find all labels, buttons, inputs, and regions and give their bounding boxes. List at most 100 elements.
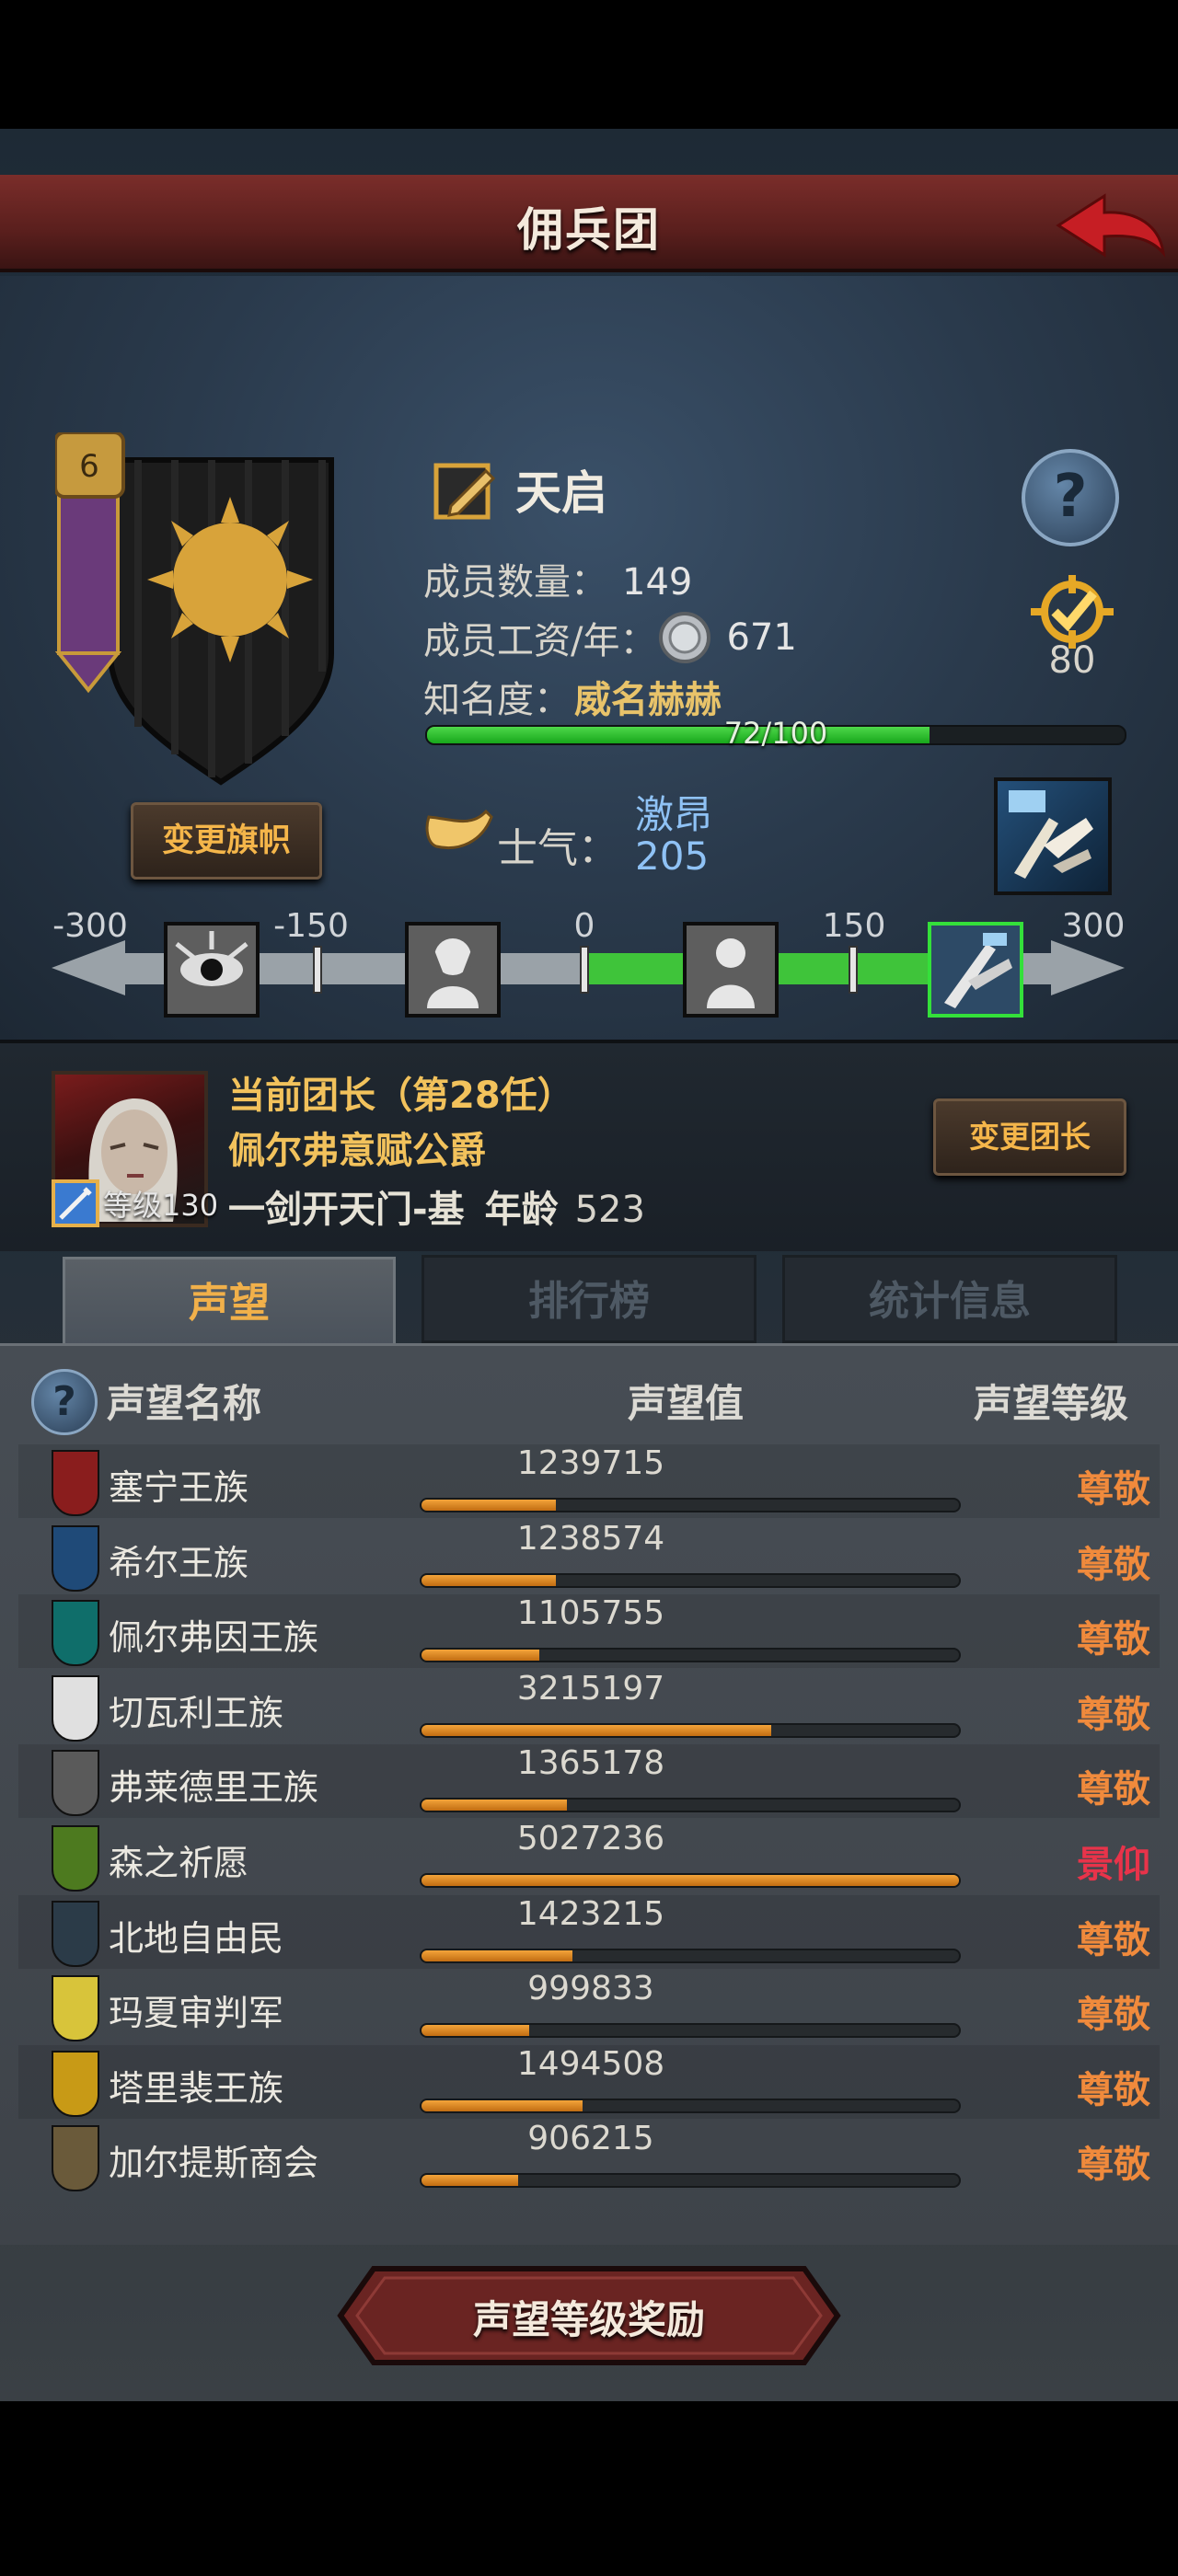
leader-age-value: 523: [574, 1189, 645, 1231]
back-button[interactable]: [1049, 189, 1169, 262]
faction-crest-icon: [52, 1825, 99, 1892]
reputation-level: 尊敬: [1077, 1468, 1150, 1511]
faction-name: 玛夏审判军: [109, 1993, 284, 2034]
horn-icon: [425, 809, 493, 849]
scale-label: -150: [273, 907, 349, 945]
faction-crest-icon: [52, 1900, 99, 1967]
reputation-row[interactable]: 弗莱德里王族 1365178 尊敬: [18, 1744, 1160, 1819]
morale-state-icon[interactable]: [994, 777, 1112, 895]
reputation-progress-fill: [422, 1800, 567, 1811]
reputation-value: 1365178: [516, 1744, 665, 1783]
help-button[interactable]: ?: [1022, 449, 1119, 546]
company-name-row: 天启: [433, 453, 607, 526]
column-header-value: 声望值: [628, 1381, 745, 1426]
target-check-icon: [1031, 575, 1114, 649]
company-level-badge: 80: [1022, 575, 1123, 685]
leader-info: 一剑开天门-基 年龄 523: [228, 1179, 645, 1233]
reputation-progress-bar: [420, 1873, 961, 1888]
reputation-row[interactable]: 塞宁王族 1239715 尊敬: [18, 1444, 1160, 1518]
faction-name: 塔里裴王族: [109, 2067, 284, 2109]
leader-skill: 一剑开天门-基: [228, 1189, 465, 1231]
company-level-value: 80: [1048, 639, 1096, 682]
faction-name: 森之祈愿: [109, 1843, 249, 1883]
change-leader-button[interactable]: 变更团长: [933, 1098, 1126, 1176]
reputation-row[interactable]: 切瓦利王族 3215197 尊敬: [18, 1670, 1160, 1743]
reputation-value: 1494508: [516, 2044, 665, 2083]
morale-stage-despair-icon[interactable]: [405, 922, 501, 1018]
wage-value: 671: [726, 616, 797, 659]
edit-name-icon[interactable]: [433, 456, 499, 523]
reputation-help-button[interactable]: ?: [31, 1369, 98, 1435]
reputation-level: 尊敬: [1077, 1693, 1150, 1736]
faction-crest-icon: [52, 1450, 99, 1516]
reputation-value: 906215: [527, 2120, 654, 2158]
reputation-progress-fill: [422, 1650, 540, 1662]
scale-label: 150: [822, 907, 886, 945]
scale-label: 300: [1061, 907, 1126, 945]
reputation-progress-bar: [420, 2173, 961, 2189]
reputation-progress-bar: [420, 2098, 961, 2113]
reputation-level: 景仰: [1077, 1844, 1150, 1886]
reputation-level: 尊敬: [1077, 1768, 1150, 1811]
reputation-level: 尊敬: [1077, 2144, 1150, 2187]
members-label: 成员数量：: [423, 561, 607, 604]
scale-tick: [580, 946, 589, 994]
reputation-progress-fill: [422, 2175, 519, 2187]
tab-ranking[interactable]: 排行榜: [422, 1255, 756, 1343]
reputation-row[interactable]: 塔里裴王族 1494508 尊敬: [18, 2044, 1160, 2119]
title-bar: 佣兵团: [0, 175, 1178, 272]
faction-name: 佩尔弗因王族: [109, 1617, 319, 1659]
reputation-level: 尊敬: [1077, 1918, 1150, 1961]
reputation-progress-fill: [422, 2025, 529, 2037]
faction-crest-icon: [52, 1750, 99, 1817]
leader-name: 佩尔弗意赋公爵: [228, 1130, 486, 1172]
reputation-progress-fill: [422, 1949, 572, 1961]
scale-label: -300: [52, 907, 128, 945]
reputation-row[interactable]: 玛夏审判军 999833 尊敬: [18, 1970, 1160, 2043]
reputation-level: 尊敬: [1077, 2068, 1150, 2111]
reward-button-label: 声望等级奖励: [472, 2297, 705, 2342]
morale-state: 激昂: [635, 792, 713, 837]
reputation-reward-button[interactable]: 声望等级奖励: [337, 2265, 841, 2366]
faction-crest-icon: [52, 1524, 99, 1592]
faction-crest-icon: [52, 1600, 99, 1667]
faction-name: 加尔提斯商会: [109, 2143, 319, 2184]
sun-icon: [147, 497, 313, 662]
back-arrow-icon: [1056, 193, 1166, 258]
reputation-level: 尊敬: [1077, 1543, 1150, 1586]
faction-crest-icon: [52, 2050, 99, 2117]
morale-stage-panic-icon[interactable]: [164, 922, 260, 1018]
svg-text:6: 6: [79, 448, 99, 485]
status-area-bottom: [0, 2401, 1178, 2576]
sword-class-icon: [52, 1179, 99, 1227]
reputation-row[interactable]: 佩尔弗因王族 1105755 尊敬: [18, 1594, 1160, 1669]
scale-tick: [313, 946, 322, 994]
reputation-row[interactable]: 加尔提斯商会 906215 尊敬: [18, 2120, 1160, 2193]
reputation-value: 1238574: [516, 1519, 665, 1558]
morale-value: 205: [635, 834, 710, 879]
faction-name: 弗莱德里王族: [109, 1767, 319, 1809]
tab-statistics[interactable]: 统计信息: [782, 1255, 1117, 1343]
reputation-value: 1105755: [516, 1594, 665, 1633]
morale-stage-steady-icon[interactable]: [683, 922, 779, 1018]
column-header-level: 声望等级: [974, 1381, 1129, 1426]
reputation-row[interactable]: 希尔王族 1238574 尊敬: [18, 1520, 1160, 1593]
scale-arrow-left-icon: [52, 940, 125, 995]
charging-flag-icon: [1009, 790, 1093, 879]
reputation-level: 尊敬: [1077, 1994, 1150, 2037]
reputation-progress-bar: [420, 1722, 961, 1738]
morale-stage-confident-icon[interactable]: [928, 922, 1023, 1018]
reputation-progress-fill: [422, 1724, 771, 1736]
silver-coin-icon: [659, 612, 711, 663]
scale-arrow-right-icon: [1051, 940, 1125, 995]
reputation-progress-bar: [420, 2023, 961, 2039]
faction-name: 塞宁王族: [109, 1467, 249, 1508]
column-header-name: 声望名称: [107, 1381, 262, 1426]
reputation-value: 1239715: [516, 1444, 665, 1482]
faction-crest-icon: [52, 1674, 99, 1742]
reputation-progress-bar: [420, 1948, 961, 1963]
change-flag-button[interactable]: 变更旗帜: [131, 802, 322, 880]
reputation-row[interactable]: 森之祈愿 5027236 景仰: [18, 1820, 1160, 1893]
reputation-progress-bar: [420, 1572, 961, 1588]
reputation-row[interactable]: 北地自由民 1423215 尊敬: [18, 1894, 1160, 1969]
